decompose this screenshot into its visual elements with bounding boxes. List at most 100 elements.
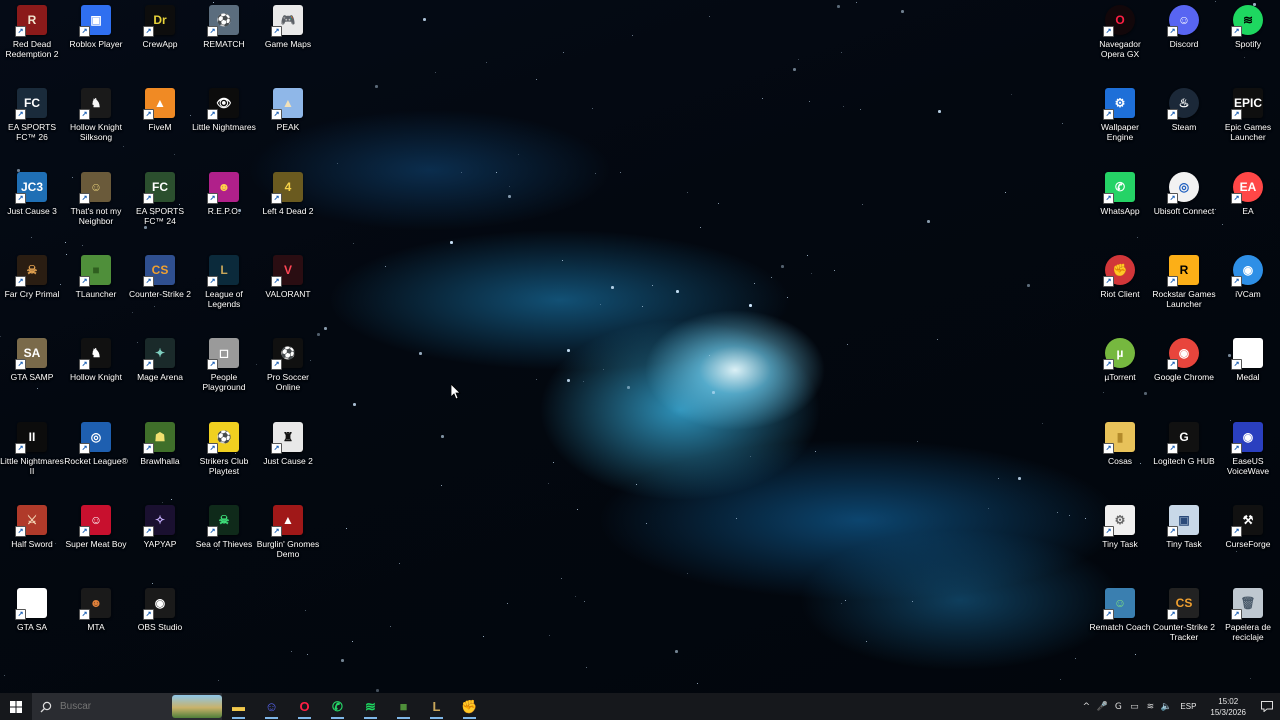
star [341,659,344,662]
desktop-icon-league-of-legends[interactable]: L ↗ League of Legends [192,250,256,328]
desktop-icon-mta[interactable]: ☻ ↗ MTA [64,583,128,661]
desktop-icon-riot-client[interactable]: ✊ ↗ Riot Client [1088,250,1152,328]
volume-icon[interactable]: 🔈 [1158,693,1174,720]
desktop-icon-rematch[interactable]: ⚽ ↗ REMATCH [192,0,256,78]
desktop-icon-brawlhalla[interactable]: ☗ ↗ Brawlhalla [128,417,192,495]
desktop-icon-medal[interactable]: ↗ Medal [1216,333,1280,411]
running-indicator [232,717,245,719]
desktop-icon-game-maps[interactable]: 🎮 ↗ Game Maps [256,0,320,78]
desktop-icon-torrent[interactable]: µ ↗ µTorrent [1088,333,1152,411]
desktop-icon-rocket-league[interactable]: ◎ ↗ Rocket League® [64,417,128,495]
desktop-icon-google-chrome[interactable]: ◉ ↗ Google Chrome [1152,333,1216,411]
taskbar-app-file-explorer[interactable]: ▬ [222,693,255,720]
taskbar-app-spotify[interactable]: ≋ [354,693,387,720]
desktop-icon-left-4-dead-2[interactable]: 4 ↗ Left 4 Dead 2 [256,167,320,245]
desktop-icon-curseforge[interactable]: ⚒ ↗ CurseForge [1216,500,1280,578]
desktop-icon-roblox-player[interactable]: ▣ ↗ Roblox Player [64,0,128,78]
desktop-icon-papelera-de-reciclaje[interactable]: 🗑 ↗ Papelera de reciclaje [1216,583,1280,661]
desktop-icon-rockstar-games-launcher[interactable]: R ↗ Rockstar Games Launcher [1152,250,1216,328]
desktop-icon-strikers-club-playtest[interactable]: ⚽ ↗ Strikers Club Playtest [192,417,256,495]
desktop-icon-just-cause-3[interactable]: JC3 ↗ Just Cause 3 [0,167,64,245]
desktop-icon-ea-sports-fc-26[interactable]: FC ↗ EA SPORTS FC™ 26 [0,83,64,161]
mta-app-icon: ☻ ↗ [79,588,111,621]
taskbar-app-whatsapp[interactable]: ✆ [321,693,354,720]
desktop-icon-ea[interactable]: EA ↗ EA [1216,167,1280,245]
desktop-icon-gta-samp[interactable]: SA ↗ GTA SAMP [0,333,64,411]
desktop-icon-epic-games-launcher[interactable]: EPIC ↗ Epic Games Launcher [1216,83,1280,161]
shortcut-arrow-icon: ↗ [1231,609,1242,621]
desktop-icon-yapyap[interactable]: ✧ ↗ YAPYAP [128,500,192,578]
desktop-icon-tiny-task[interactable]: ▣ ↗ Tiny Task [1152,500,1216,578]
show-hidden-icons-chevron-icon[interactable]: ^ [1078,693,1094,720]
desktop-icon-far-cry-primal[interactable]: ☠ ↗ Far Cry Primal [0,250,64,328]
desktop-icon-counter-strike-2-tracker[interactable]: CS ↗ Counter-Strike 2 Tracker [1152,583,1216,661]
desktop-icon-counter-strike-2[interactable]: CS ↗ Counter-Strike 2 [128,250,192,328]
notifications-button[interactable] [1254,693,1280,720]
desktop-icon-label: Riot Client [1100,288,1140,299]
desktop-icon-obs-studio[interactable]: ◉ ↗ OBS Studio [128,583,192,661]
start-button[interactable] [0,693,32,720]
desktop-icon-navegador-opera-gx[interactable]: O ↗ Navegador Opera GX [1088,0,1152,78]
desktop-icon-tiny-task[interactable]: ⚙ ↗ Tiny Task [1088,500,1152,578]
desktop-icon-peak[interactable]: ▲ ↗ PEAK [256,83,320,161]
desktop-icon-r-e-p-o[interactable]: ☻ ↗ R.E.P.O. [192,167,256,245]
desktop-icon-that-s-not-my-neighbor[interactable]: ☺ ↗ That's not my Neighbor [64,167,128,245]
desktop-icon-super-meat-boy[interactable]: ☺ ↗ Super Meat Boy [64,500,128,578]
desktop-icon-label: Little Nightmares II [0,455,64,476]
desktop-icon-half-sword[interactable]: ⚔ ↗ Half Sword [0,500,64,578]
desktop-icon-little-nightmares[interactable]: 👁 ↗ Little Nightmares [192,83,256,161]
wifi-icon[interactable]: ≋ [1142,693,1158,720]
taskbar-app-discord[interactable]: ☺ [255,693,288,720]
ivcam-app-icon: ◉ ↗ [1231,254,1263,287]
taskbar-search[interactable] [32,693,222,720]
desktop-icon-sea-of-thieves[interactable]: ☠ ↗ Sea of Thieves [192,500,256,578]
desktop-icon-crewapp[interactable]: Dr ↗ CrewApp [128,0,192,78]
desktop-icon-people-playground[interactable]: ◻ ↗ People Playground [192,333,256,411]
microphone-icon[interactable]: 🎤 [1094,693,1110,720]
rockstar-games-launcher-app-icon: R ↗ [1167,254,1199,287]
star [399,563,401,565]
desktop-icon-hollow-knight[interactable]: ♞ ↗ Hollow Knight [64,333,128,411]
desktop-icon-whatsapp[interactable]: ✆ ↗ WhatsApp [1088,167,1152,245]
taskbar-app-league[interactable]: L [420,693,453,720]
cosas-app-icon: ▮ ↗ [1103,421,1135,454]
desktop-icon-ea-sports-fc-24[interactable]: FC ↗ EA SPORTS FC™ 24 [128,167,192,245]
icon-glyph: V [283,262,292,277]
running-indicator [397,717,410,719]
desktop-icon-pro-soccer-online[interactable]: ⚽ ↗ Pro Soccer Online [256,333,320,411]
desktop-icon-burglin-gnomes-demo[interactable]: ▲ ↗ Burglin' Gnomes Demo [256,500,320,578]
desktop-icon-just-cause-2[interactable]: ♜ ↗ Just Cause 2 [256,417,320,495]
language-indicator[interactable]: ESP [1174,702,1202,711]
desktop-icon-easeus-voicewave[interactable]: ◉ ↗ EaseUS VoiceWave [1216,417,1280,495]
taskbar-app-minecraft[interactable]: ■ [387,693,420,720]
desktop-icon-hollow-knight-silksong[interactable]: ♞ ↗ Hollow Knight Silksong [64,83,128,161]
desktop-icon-ubisoft-connect[interactable]: ◎ ↗ Ubisoft Connect [1152,167,1216,245]
desktop-icon-rematch-coach[interactable]: ☺ ↗ Rematch Coach [1088,583,1152,661]
desktop-icon-spotify[interactable]: ≋ ↗ Spotify [1216,0,1280,78]
desktop-icon-logitech-g-hub[interactable]: G ↗ Logitech G HUB [1152,417,1216,495]
shortcut-arrow-icon: ↗ [143,275,154,287]
star [307,654,309,656]
desktop-icon-discord[interactable]: ☺ ↗ Discord [1152,0,1216,78]
desktop-icon-valorant[interactable]: V ↗ VALORANT [256,250,320,328]
desktop-icon-tlauncher[interactable]: ■ ↗ TLauncher [64,250,128,328]
desktop-icon-gta-sa[interactable]: ↗ GTA SA [0,583,64,661]
spotify-icon: ≋ [365,698,376,714]
search-input[interactable] [58,700,162,713]
taskbar-app-opera-gx[interactable]: O [288,693,321,720]
desktop-icon-fivem[interactable]: ▲ ↗ FiveM [128,83,192,161]
icon-glyph: JC3 [20,179,43,194]
clock[interactable]: 15:02 15/3/2026 [1202,696,1254,718]
taskbar-app-riot-client[interactable]: ✊ [453,693,486,720]
desktop-icon-wallpaper-engine[interactable]: ⚙ ↗ Wallpaper Engine [1088,83,1152,161]
desktop-icon-ivcam[interactable]: ◉ ↗ iVCam [1216,250,1280,328]
icon-glyph: R [27,13,37,27]
desktop-icon-mage-arena[interactable]: ✦ ↗ Mage Arena [128,333,192,411]
desktop-icon-little-nightmares-ii[interactable]: II ↗ Little Nightmares II [0,417,64,495]
desktop-icon-cosas[interactable]: ▮ ↗ Cosas [1088,417,1152,495]
logitech-tray-icon[interactable]: G [1110,693,1126,720]
desktop-icon-label: Navegador Opera GX [1099,39,1141,59]
desktop-icon-steam[interactable]: ♨ ↗ Steam [1152,83,1216,161]
network-icon[interactable]: ▭ [1126,693,1142,720]
desktop-icon-red-dead-redemption-2[interactable]: R ↗ Red Dead Redemption 2 [0,0,64,78]
